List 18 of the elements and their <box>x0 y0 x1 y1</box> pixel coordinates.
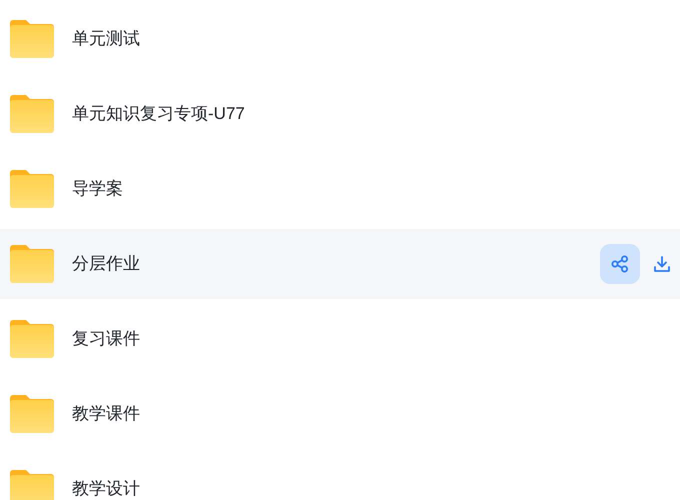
folder-name: 分层作业 <box>72 253 140 276</box>
folder-name: 教学设计 <box>72 478 140 500</box>
folder-icon <box>10 320 54 358</box>
folder-name: 复习课件 <box>72 328 140 350</box>
share-button[interactable] <box>600 244 640 284</box>
folder-icon <box>10 95 54 133</box>
folder-name: 教学课件 <box>72 403 140 426</box>
folder-icon <box>10 470 54 500</box>
folder-icon <box>10 170 54 208</box>
folder-row[interactable]: 分层作业 <box>0 229 680 299</box>
folder-name: 导学案 <box>72 178 123 200</box>
folder-icon <box>10 20 54 58</box>
download-icon <box>653 255 671 273</box>
folder-icon <box>10 395 54 433</box>
share-icon <box>611 255 629 273</box>
folder-icon <box>10 245 54 283</box>
folder-name: 单元知识复习专项-U77 <box>72 103 245 126</box>
folder-name: 单元测试 <box>72 28 140 50</box>
